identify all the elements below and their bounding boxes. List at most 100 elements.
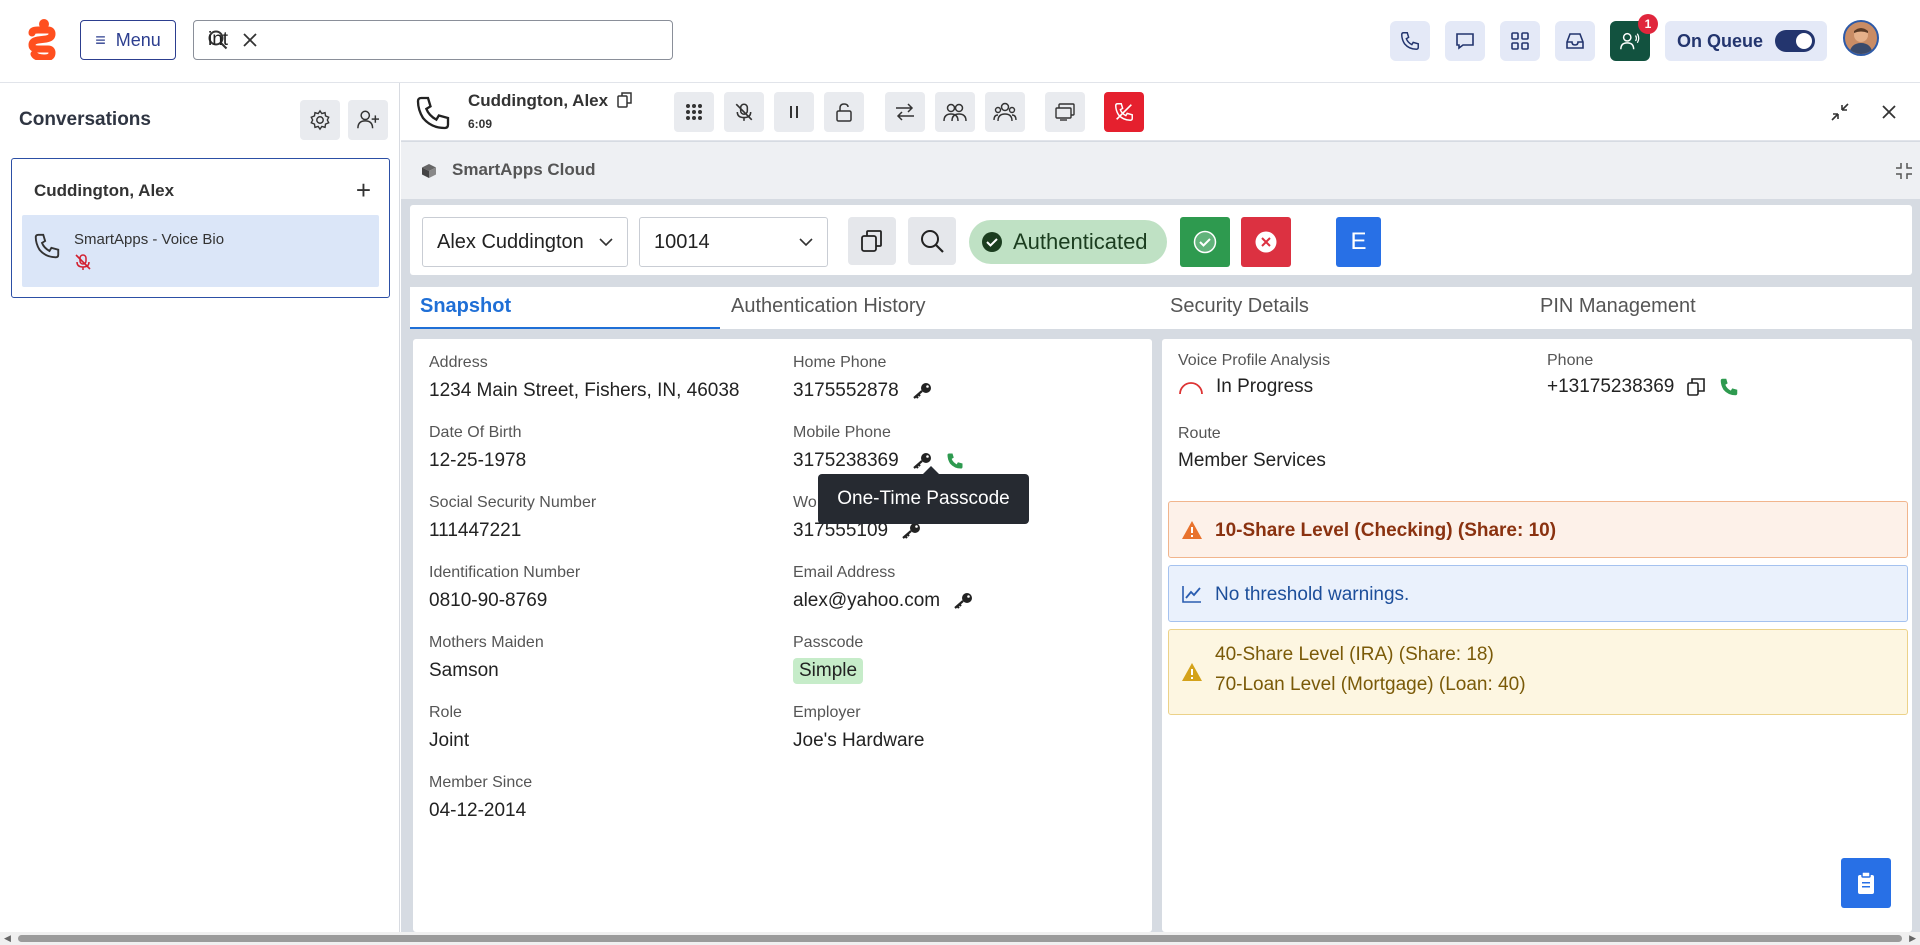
- dialpad-icon: [686, 104, 702, 120]
- end-call-icon: [1115, 103, 1133, 121]
- group-icon: [993, 102, 1017, 122]
- address-value: 1234 Main Street, Fishers, IN, 46038: [429, 380, 740, 401]
- chat-icon: [1456, 33, 1474, 50]
- home-phone-value: 3175552878: [793, 380, 899, 401]
- work-phone-label: Wo: [793, 494, 817, 511]
- chat-icon-button[interactable]: [1445, 21, 1485, 61]
- plus-icon[interactable]: +: [356, 177, 371, 203]
- key-icon[interactable]: [952, 592, 974, 610]
- conversation-item[interactable]: SmartApps - Voice Bio: [22, 215, 379, 287]
- ssn-value: 111447221: [429, 520, 522, 541]
- idnum-label: Identification Number: [429, 564, 581, 581]
- phone-icon: [32, 231, 62, 261]
- mute-button[interactable]: [724, 92, 764, 132]
- dialpad-button[interactable]: [674, 92, 714, 132]
- horizontal-scrollbar[interactable]: ◀ ▶: [0, 932, 1920, 945]
- disconnect-button[interactable]: [1104, 92, 1144, 132]
- maiden-value: Samson: [429, 660, 499, 681]
- ssn-label: Social Security Number: [429, 494, 597, 511]
- secure-pause-button[interactable]: [824, 92, 864, 132]
- hamburger-icon: ≡: [95, 29, 106, 50]
- call-controls-bar: Cuddington, Alex 6:09: [401, 83, 1920, 141]
- tab-authentication-history[interactable]: Authentication History: [731, 295, 926, 318]
- since-label: Member Since: [429, 774, 533, 791]
- member-control-bar: Alex Cuddington 10014 Authenticated E: [410, 205, 1912, 275]
- lookup-button[interactable]: [908, 217, 956, 265]
- call-phone-icon[interactable]: [945, 451, 965, 471]
- role-label: Role: [429, 704, 462, 721]
- cube-icon: [421, 163, 437, 179]
- warning-icon: [1181, 520, 1203, 540]
- inbox-icon-button[interactable]: [1555, 21, 1595, 61]
- route-label: Route: [1178, 425, 1221, 442]
- avatar[interactable]: [1843, 20, 1879, 56]
- clear-icon[interactable]: [242, 32, 258, 48]
- apps-icon-button[interactable]: [1500, 21, 1540, 61]
- conversation-item-label: SmartApps - Voice Bio: [74, 231, 225, 248]
- tab-snapshot[interactable]: Snapshot: [420, 295, 511, 318]
- unlock-icon: [836, 103, 852, 122]
- conference-button[interactable]: [985, 92, 1025, 132]
- key-icon[interactable]: [911, 382, 933, 400]
- reject-button[interactable]: [1241, 217, 1291, 267]
- add-user-icon: [357, 110, 379, 129]
- phone-row: +13175238369: [1547, 376, 1740, 398]
- clipboard-button[interactable]: [1841, 858, 1891, 908]
- route-value: Member Services: [1178, 450, 1326, 471]
- transfer-button[interactable]: [885, 92, 925, 132]
- alert-yellow-text-2: 70-Loan Level (Mortgage) (Loan: 40): [1215, 674, 1526, 695]
- mic-muted-icon: [74, 253, 92, 271]
- vpa-status-row: In Progress: [1178, 376, 1313, 398]
- call-phone-icon[interactable]: [1718, 376, 1740, 398]
- menu-button[interactable]: ≡ Menu: [80, 20, 176, 60]
- approve-button[interactable]: [1180, 217, 1230, 267]
- settings-button[interactable]: [300, 100, 340, 140]
- consult-button[interactable]: [935, 92, 975, 132]
- scrollbar-thumb[interactable]: [18, 935, 1902, 942]
- collapse-icon[interactable]: [1894, 161, 1914, 181]
- address-label: Address: [429, 354, 488, 371]
- employer-label: Employer: [793, 704, 861, 721]
- tab-bar: Snapshot Authentication History Security…: [410, 287, 1912, 329]
- check-circle-icon: [982, 232, 1002, 252]
- member-select[interactable]: Alex Cuddington: [422, 217, 628, 267]
- snapshot-card: Address 1234 Main Street, Fishers, IN, 4…: [413, 339, 1152, 932]
- search-bar[interactable]: int: [193, 20, 673, 60]
- hold-button[interactable]: [774, 92, 814, 132]
- scroll-right-icon[interactable]: ▶: [1909, 933, 1916, 944]
- key-icon[interactable]: [900, 522, 922, 540]
- threshold-alert-blue: No threshold warnings.: [1168, 565, 1908, 622]
- agent-icon-button[interactable]: 1: [1610, 14, 1658, 61]
- chart-line-icon: [1181, 584, 1203, 604]
- phone-icon: [413, 93, 453, 133]
- copy-icon[interactable]: [616, 91, 634, 109]
- search-input[interactable]: int: [208, 29, 228, 51]
- apps-icon: [1511, 32, 1529, 50]
- x-circle-icon: [1255, 231, 1277, 253]
- auth-status-badge: Authenticated: [969, 220, 1167, 264]
- on-queue-toggle[interactable]: On Queue: [1665, 21, 1827, 61]
- e-button[interactable]: E: [1336, 217, 1381, 267]
- passcode-row: Simple: [793, 658, 864, 684]
- conversation-card[interactable]: Cuddington, Alex + SmartApps - Voice Bio: [11, 158, 390, 298]
- account-select[interactable]: 10014: [639, 217, 828, 267]
- tab-security-details[interactable]: Security Details: [1170, 295, 1309, 318]
- scroll-left-icon[interactable]: ◀: [4, 933, 11, 944]
- add-participant-button[interactable]: [348, 100, 388, 140]
- copy-icon[interactable]: [1686, 377, 1706, 397]
- phone-icon-button[interactable]: [1390, 21, 1430, 61]
- close-icon[interactable]: [1880, 103, 1898, 121]
- genesys-logo[interactable]: [26, 18, 56, 60]
- email-label: Email Address: [793, 564, 896, 581]
- copy-button[interactable]: [848, 217, 896, 265]
- call-participant-name: Cuddington, Alex: [468, 91, 609, 110]
- clipboard-icon: [1858, 871, 1874, 894]
- vpa-status-value: In Progress: [1216, 376, 1314, 397]
- tab-pin-management[interactable]: PIN Management: [1540, 295, 1696, 318]
- toggle-switch[interactable]: [1775, 30, 1816, 52]
- phone-value: +13175238369: [1547, 376, 1675, 397]
- check-circle-icon: [1193, 230, 1217, 254]
- pause-icon: [790, 106, 798, 118]
- minimize-icon[interactable]: [1829, 101, 1851, 123]
- screen-share-button[interactable]: [1045, 92, 1085, 132]
